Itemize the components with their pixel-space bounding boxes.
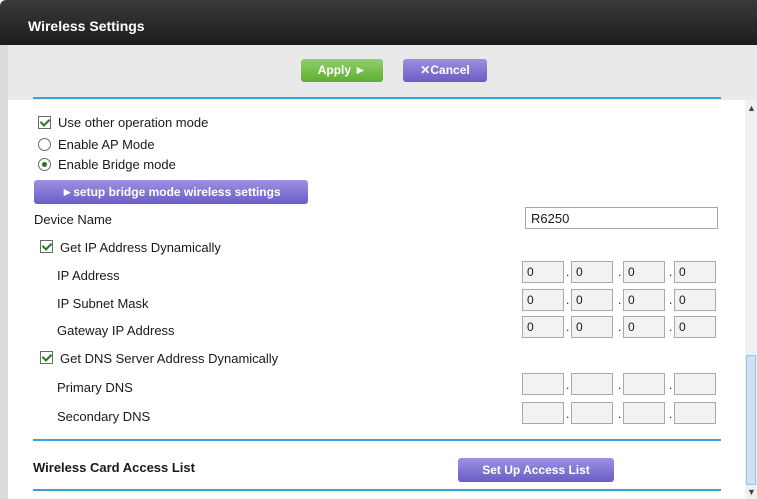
set-up-access-list-button[interactable]: Set Up Access List	[458, 458, 614, 482]
ip-address-octet-3[interactable]: 0	[623, 261, 665, 283]
ip-address-octet-4[interactable]: 0	[674, 261, 716, 283]
subnet-octet-4[interactable]: 0	[674, 289, 716, 311]
gateway-octet-4[interactable]: 0	[674, 316, 716, 338]
enable-bridge-mode-radio[interactable]	[38, 158, 51, 171]
apply-button[interactable]: Apply ►	[301, 59, 383, 82]
device-name-input[interactable]: R6250	[525, 207, 718, 229]
enable-ap-mode-radio[interactable]	[38, 138, 51, 151]
get-dns-dynamically-checkbox[interactable]	[40, 351, 53, 364]
secondary-dns-octet-1[interactable]	[522, 402, 564, 424]
scroll-up-icon[interactable]: ▲	[747, 103, 756, 113]
frame-left-border	[0, 45, 8, 499]
primary-dns-octet-1[interactable]	[522, 373, 564, 395]
scroll-down-icon[interactable]: ▼	[747, 487, 756, 497]
divider-middle	[33, 439, 721, 441]
divider-bottom	[33, 489, 721, 491]
divider-top	[33, 97, 721, 99]
primary-dns-octet-4[interactable]	[674, 373, 716, 395]
subnet-octet-3[interactable]: 0	[623, 289, 665, 311]
page-title: Wireless Settings	[28, 18, 145, 34]
get-ip-dynamically-label: Get IP Address Dynamically	[60, 240, 221, 255]
secondary-dns-label: Secondary DNS	[57, 409, 151, 424]
scrollbar-thumb[interactable]	[746, 355, 756, 485]
get-dns-dynamically-label: Get DNS Server Address Dynamically	[60, 351, 279, 366]
subnet-mask-label: IP Subnet Mask	[57, 296, 149, 311]
use-other-mode-checkbox[interactable]	[38, 116, 51, 129]
subnet-octet-2[interactable]: 0	[571, 289, 613, 311]
enable-bridge-mode-label: Enable Bridge mode	[58, 157, 176, 172]
gateway-label: Gateway IP Address	[57, 323, 175, 338]
primary-dns-octet-3[interactable]	[623, 373, 665, 395]
use-other-mode-label: Use other operation mode	[58, 115, 209, 130]
header-bar: Wireless Settings	[0, 0, 757, 45]
gateway-octet-3[interactable]: 0	[623, 316, 665, 338]
device-name-label: Device Name	[34, 212, 113, 227]
gateway-octet-2[interactable]: 0	[571, 316, 613, 338]
cancel-button[interactable]: ✕Cancel	[403, 59, 487, 82]
primary-dns-octet-2[interactable]	[571, 373, 613, 395]
ip-address-label: IP Address	[57, 268, 120, 283]
subnet-octet-1[interactable]: 0	[522, 289, 564, 311]
ip-address-octet-2[interactable]: 0	[571, 261, 613, 283]
ip-address-octet-1[interactable]: 0	[522, 261, 564, 283]
primary-dns-label: Primary DNS	[57, 380, 133, 395]
get-ip-dynamically-checkbox[interactable]	[40, 240, 53, 253]
enable-ap-mode-label: Enable AP Mode	[58, 137, 155, 152]
secondary-dns-octet-2[interactable]	[571, 402, 613, 424]
setup-bridge-mode-button[interactable]: ►setup bridge mode wireless settings	[34, 180, 308, 204]
secondary-dns-octet-3[interactable]	[623, 402, 665, 424]
access-list-label: Wireless Card Access List	[33, 460, 195, 475]
gateway-octet-1[interactable]: 0	[522, 316, 564, 338]
secondary-dns-octet-4[interactable]	[674, 402, 716, 424]
